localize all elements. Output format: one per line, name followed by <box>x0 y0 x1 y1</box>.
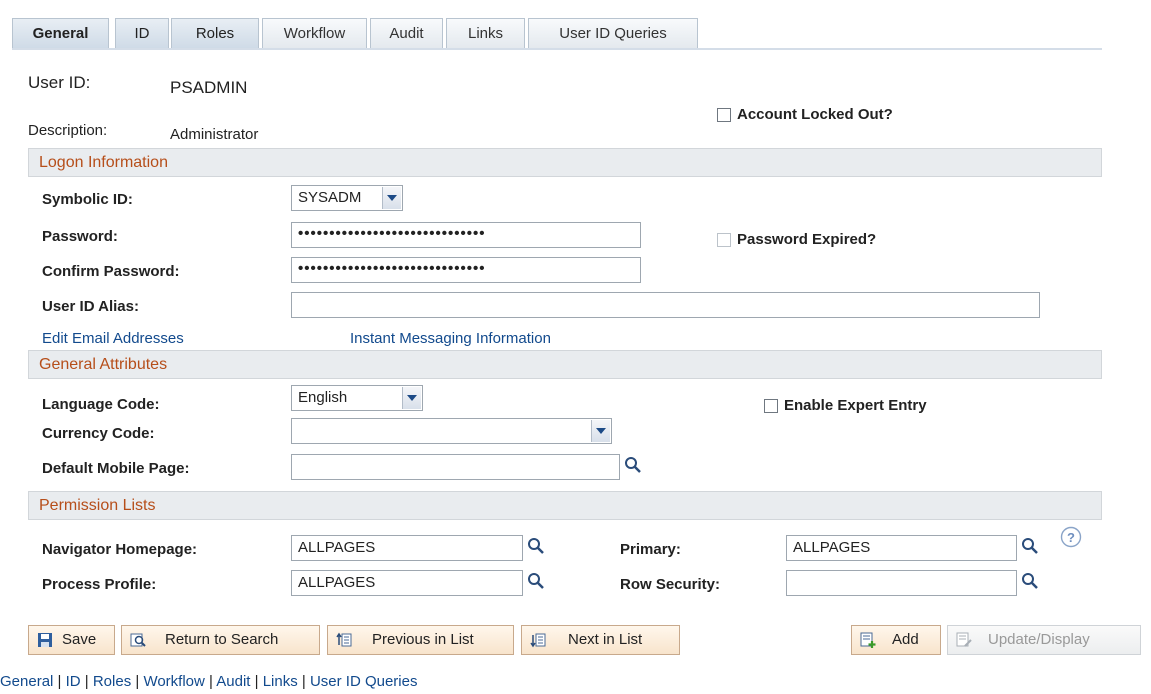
next-in-list-button[interactable]: Next in List <box>521 625 680 655</box>
instant-messaging-link[interactable]: Instant Messaging Information <box>350 330 551 347</box>
chevron-down-icon <box>591 420 610 442</box>
tab-divider <box>12 48 1102 50</box>
account-locked-label: Account Locked Out? <box>737 106 893 123</box>
search-icon[interactable] <box>624 456 642 474</box>
bottom-nav-general[interactable]: General <box>0 673 53 690</box>
search-icon[interactable] <box>1021 537 1039 555</box>
tab-roles[interactable]: Roles <box>171 18 259 48</box>
add-label: Add <box>892 631 919 648</box>
navigator-homepage-label: Navigator Homepage: <box>42 541 198 558</box>
password-expired-label: Password Expired? <box>737 231 877 248</box>
description-value: Administrator <box>170 126 259 143</box>
add-button[interactable]: Add <box>851 625 941 655</box>
default-mobile-page-label: Default Mobile Page: <box>42 460 190 477</box>
bottom-nav-links[interactable]: Links <box>263 673 298 690</box>
bottom-nav-roles[interactable]: Roles <box>93 673 131 690</box>
search-icon[interactable] <box>527 537 545 555</box>
process-profile-label: Process Profile: <box>42 576 157 593</box>
previous-in-list-button[interactable]: Previous in List <box>327 625 514 655</box>
section-logon-information: Logon Information <box>28 148 1102 177</box>
update-display-icon <box>956 632 972 647</box>
chevron-down-icon <box>382 187 401 209</box>
confirm-password-label: Confirm Password: <box>42 263 180 280</box>
tab-links[interactable]: Links <box>446 18 525 48</box>
language-code-select[interactable]: English <box>291 385 423 411</box>
save-button[interactable]: Save <box>28 625 115 655</box>
bottom-nav-id[interactable]: ID <box>66 673 81 690</box>
tab-user-id-queries[interactable]: User ID Queries <box>528 18 698 48</box>
bottom-navigation: General | ID | Roles | Workflow | Audit … <box>0 673 418 690</box>
previous-in-list-label: Previous in List <box>372 631 474 648</box>
process-profile-field[interactable]: ALLPAGES <box>291 570 523 596</box>
section-permission-title: Permission Lists <box>39 497 156 514</box>
update-display-label: Update/Display <box>988 631 1090 648</box>
save-icon <box>38 633 52 647</box>
password-expired-checkbox <box>717 233 731 247</box>
section-general-attributes: General Attributes <box>28 350 1102 379</box>
tab-id[interactable]: ID <box>115 18 169 48</box>
password-label: Password: <box>42 228 118 245</box>
row-security-field[interactable] <box>786 570 1017 596</box>
section-logon-title: Logon Information <box>39 154 168 171</box>
svg-text:?: ? <box>1067 530 1075 545</box>
edit-email-link[interactable]: Edit Email Addresses <box>42 330 184 347</box>
chevron-down-icon <box>402 387 421 409</box>
currency-code-label: Currency Code: <box>42 425 155 442</box>
confirm-password-field[interactable]: •••••••••••••••••••••••••••••• <box>291 257 641 283</box>
next-in-list-label: Next in List <box>568 631 643 648</box>
user-id-value: PSADMIN <box>170 78 248 97</box>
bottom-nav-workflow[interactable]: Workflow <box>143 673 204 690</box>
user-id-alias-field[interactable] <box>291 292 1040 318</box>
tab-audit[interactable]: Audit <box>370 18 443 48</box>
return-to-search-label: Return to Search <box>165 631 279 648</box>
navigator-homepage-field[interactable]: ALLPAGES <box>291 535 523 561</box>
password-field[interactable]: •••••••••••••••••••••••••••••• <box>291 222 641 248</box>
tab-general[interactable]: General <box>12 18 109 48</box>
return-to-search-button[interactable]: Return to Search <box>121 625 320 655</box>
section-general-title: General Attributes <box>39 356 168 373</box>
expert-entry-checkbox[interactable] <box>764 399 778 413</box>
symbolic-id-value: SYSADM <box>298 189 362 206</box>
search-icon[interactable] <box>527 572 545 590</box>
symbolic-id-select[interactable]: SYSADM <box>291 185 403 211</box>
tab-workflow[interactable]: Workflow <box>262 18 367 48</box>
user-id-alias-label: User ID Alias: <box>42 298 139 315</box>
next-icon <box>530 633 546 648</box>
previous-icon <box>336 632 352 647</box>
save-label: Save <box>62 631 97 648</box>
primary-label: Primary: <box>620 541 681 558</box>
user-id-label: User ID: <box>28 73 91 92</box>
help-icon[interactable]: ? <box>1060 526 1082 548</box>
description-label: Description: <box>28 122 108 139</box>
expert-entry-label: Enable Expert Entry <box>784 397 927 414</box>
currency-code-select[interactable] <box>291 418 612 444</box>
section-permission-lists: Permission Lists <box>28 491 1102 520</box>
return-search-icon <box>130 633 146 647</box>
language-code-value: English <box>298 389 348 406</box>
symbolic-id-label: Symbolic ID: <box>42 191 133 208</box>
primary-field[interactable]: ALLPAGES <box>786 535 1017 561</box>
bottom-nav-user-id-queries[interactable]: User ID Queries <box>310 673 418 690</box>
bottom-nav-audit[interactable]: Audit <box>216 673 250 690</box>
row-security-label: Row Security: <box>620 576 721 593</box>
account-locked-checkbox[interactable] <box>717 108 731 122</box>
add-icon <box>860 632 876 648</box>
search-icon[interactable] <box>1021 572 1039 590</box>
default-mobile-page-field[interactable] <box>291 454 620 480</box>
update-display-button: Update/Display <box>947 625 1141 655</box>
language-code-label: Language Code: <box>42 396 160 413</box>
